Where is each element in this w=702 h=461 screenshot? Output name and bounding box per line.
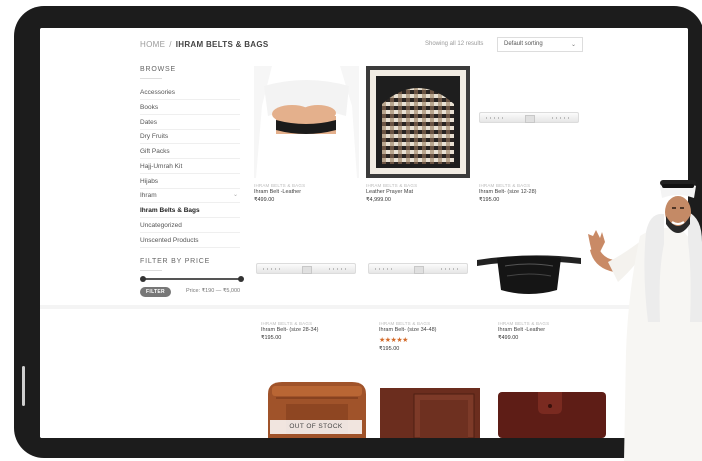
breadcrumb-current: IHRAM BELTS & BAGS <box>175 40 269 49</box>
product-category: IHRAM BELTS & BAGS <box>254 183 306 188</box>
price-slider[interactable] <box>140 276 244 282</box>
product-name-link[interactable]: Leather Prayer Mat <box>366 189 413 195</box>
person-illustration <box>588 172 702 461</box>
product-image-leather-prayer-mat[interactable] <box>366 66 470 178</box>
product-name-link[interactable]: Ihram Belt -Leather <box>498 327 545 333</box>
chevron-down-icon[interactable]: ⌄ <box>233 191 238 198</box>
product-name-link[interactable]: Ihram Belt- (size 12-28) <box>479 189 536 195</box>
product-price: ₹4,999.00 <box>366 197 391 203</box>
out-of-stock-label: OUT OF STOCK <box>270 420 362 434</box>
product-category: IHRAM BELTS & BAGS <box>261 321 313 326</box>
divider <box>140 78 162 79</box>
belt-holes <box>441 268 461 270</box>
product-image-ihram-belt-12-28[interactable] <box>477 66 582 178</box>
leather-wallet-image <box>380 388 480 438</box>
chevron-down-icon: ⌄ <box>570 42 576 48</box>
belt-holes <box>552 117 572 119</box>
product-name-link[interactable]: Ihram Belt- (size 28-34) <box>261 327 318 333</box>
product-image-ihram-belt-leather[interactable] <box>254 66 359 178</box>
product-name-link[interactable]: Ihram Belt- (size 34-48) <box>379 327 436 333</box>
divider <box>140 270 162 271</box>
product-category: IHRAM BELTS & BAGS <box>366 183 418 188</box>
belt-holes <box>329 268 349 270</box>
tablet-side-button <box>22 366 25 406</box>
product-image-leather-wallet[interactable] <box>380 388 490 438</box>
product-price: ₹499.00 <box>498 335 519 341</box>
sidebar-item-hajj-umrah-kit[interactable]: Hajj-Umrah Kit <box>140 159 240 174</box>
arab-man-image <box>588 180 702 461</box>
prayer-mat-image <box>370 70 466 174</box>
sidebar-item-uncategorized[interactable]: Uncategorized <box>140 218 240 233</box>
product-price: ₹195.00 <box>261 335 282 341</box>
product-price: ₹499.00 <box>254 197 275 203</box>
belt-image <box>256 263 356 274</box>
sidebar-item-gift-packs[interactable]: Gift Packs <box>140 144 240 159</box>
sort-select[interactable]: Default sorting ⌄ <box>497 37 583 52</box>
price-slider-max-handle[interactable] <box>238 276 244 282</box>
filter-by-price-title: FILTER BY PRICE <box>140 258 211 265</box>
product-price: ₹195.00 <box>379 346 400 352</box>
product-price: ₹195.00 <box>479 197 500 203</box>
sidebar-item-dry-fruits[interactable]: Dry Fruits <box>140 129 240 144</box>
sidebar-item-label: Ihram <box>140 192 157 199</box>
product-image-ihram-belt-34-48[interactable] <box>366 254 470 284</box>
filter-button[interactable]: FILTER <box>140 287 171 297</box>
sidebar-item-accessories[interactable]: Accessories <box>140 85 240 100</box>
product-image-ihram-belt-leather[interactable] <box>477 250 582 298</box>
belt-holes <box>486 117 506 119</box>
sidebar-item-dates[interactable]: Dates <box>140 115 240 130</box>
breadcrumb: HOME / IHRAM BELTS & BAGS <box>140 40 269 49</box>
star-rating: ★★★★★ <box>379 337 408 344</box>
person-wearing-belt-image <box>256 66 357 178</box>
leather-waist-bag-image <box>477 255 581 294</box>
price-slider-min-handle[interactable] <box>140 276 146 282</box>
product-image-ihram-belt-28-34[interactable] <box>254 254 359 284</box>
browse-title: BROWSE <box>140 66 176 73</box>
product-category: IHRAM BELTS & BAGS <box>479 183 531 188</box>
breadcrumb-separator: / <box>169 40 172 49</box>
belt-image <box>368 263 468 274</box>
price-range-label: Price: ₹190 — ₹5,000 <box>186 288 241 294</box>
product-category: IHRAM BELTS & BAGS <box>379 321 431 326</box>
sidebar-item-books[interactable]: Books <box>140 100 240 115</box>
product-name-link[interactable]: Ihram Belt -Leather <box>254 189 301 195</box>
sidebar-item-ihram[interactable]: Ihram ⌄ <box>140 188 240 203</box>
sidebar-item-hijabs[interactable]: Hijabs <box>140 174 240 189</box>
breadcrumb-home-link[interactable]: HOME <box>140 40 165 49</box>
sidebar-item-unscented-products[interactable]: Unscented Products <box>140 233 240 248</box>
belt-holes <box>375 268 395 270</box>
sort-select-value: Default sorting <box>504 41 543 47</box>
sidebar-item-ihram-belts-bags[interactable]: Ihram Belts & Bags <box>140 203 240 218</box>
belt-holes <box>263 268 283 270</box>
belt-image <box>479 112 579 123</box>
product-category: IHRAM BELTS & BAGS <box>498 321 550 326</box>
results-count: Showing all 12 results <box>425 41 484 47</box>
